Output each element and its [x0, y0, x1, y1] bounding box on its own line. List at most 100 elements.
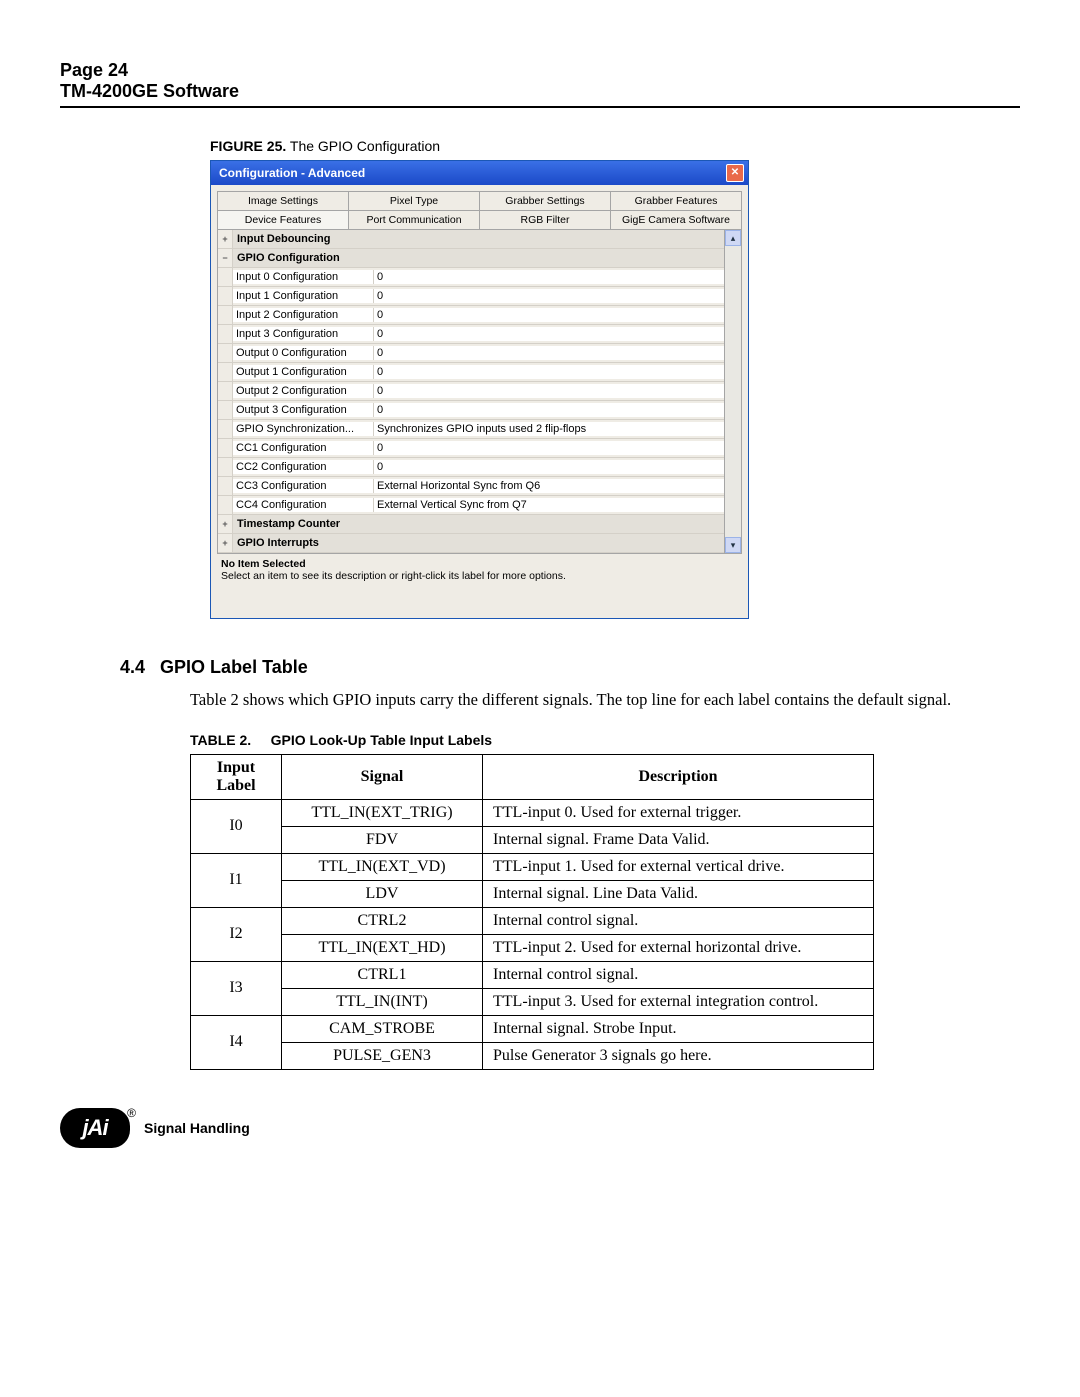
registered-mark: ®	[127, 1106, 136, 1120]
close-icon[interactable]: ✕	[726, 164, 744, 182]
property-value[interactable]: 0	[374, 460, 724, 474]
tab-rgb-filter[interactable]: RGB Filter	[480, 210, 611, 229]
section-label: Input Debouncing	[233, 233, 330, 245]
property-value[interactable]: 0	[374, 327, 724, 341]
section-number: 4.4	[120, 657, 145, 677]
section-heading: 4.4 GPIO Label Table	[120, 657, 1020, 678]
tab-grabber-settings[interactable]: Grabber Settings	[480, 191, 611, 210]
cell-description: Pulse Generator 3 signals go here.	[483, 1042, 874, 1069]
table-row: I1TTL_IN(EXT_VD)TTL-input 1. Used for ex…	[191, 853, 874, 880]
table-row: FDVInternal signal. Frame Data Valid.	[191, 826, 874, 853]
property-value[interactable]: 0	[374, 346, 724, 360]
figure-label: FIGURE 25.	[210, 138, 286, 154]
tab-image-settings[interactable]: Image Settings	[217, 191, 349, 210]
row-gutter	[218, 287, 233, 305]
property-value[interactable]: 0	[374, 384, 724, 398]
jai-logo: jAi ®	[60, 1108, 130, 1148]
property-row[interactable]: Input 3 Configuration0	[218, 325, 724, 344]
property-row[interactable]: Output 0 Configuration0	[218, 344, 724, 363]
cell-input-label: I4	[191, 1015, 282, 1069]
table-caption: TABLE 2. GPIO Look-Up Table Input Labels	[190, 732, 1020, 748]
dialog-titlebar[interactable]: Configuration - Advanced ✕	[211, 161, 748, 185]
row-gutter	[218, 325, 233, 343]
tab-device-features[interactable]: Device Features	[217, 210, 349, 229]
property-name: CC2 Configuration	[233, 460, 374, 474]
cell-description: TTL-input 1. Used for external vertical …	[483, 853, 874, 880]
cell-description: TTL-input 2. Used for external horizonta…	[483, 934, 874, 961]
property-name: Output 2 Configuration	[233, 384, 374, 398]
cell-description: Internal signal. Line Data Valid.	[483, 880, 874, 907]
property-row[interactable]: CC1 Configuration0	[218, 439, 724, 458]
table-row: TTL_IN(EXT_HD)TTL-input 2. Used for exte…	[191, 934, 874, 961]
row-gutter	[218, 458, 233, 476]
property-row[interactable]: Output 2 Configuration0	[218, 382, 724, 401]
tab-gige-camera-software[interactable]: GigE Camera Software	[611, 210, 742, 229]
property-value[interactable]: 0	[374, 308, 724, 322]
expander-icon[interactable]: +	[218, 515, 233, 533]
table-row: I0TTL_IN(EXT_TRIG)TTL-input 0. Used for …	[191, 799, 874, 826]
property-row[interactable]: Output 1 Configuration0	[218, 363, 724, 382]
page-header: Page 24 TM-4200GE Software	[60, 60, 1020, 108]
section-debounce[interactable]: +Input Debouncing	[218, 230, 724, 249]
expander-icon[interactable]: +	[218, 230, 233, 248]
table-row: TTL_IN(INT)TTL-input 3. Used for externa…	[191, 988, 874, 1015]
property-name: CC4 Configuration	[233, 498, 374, 512]
row-gutter	[218, 477, 233, 495]
property-row[interactable]: Input 2 Configuration0	[218, 306, 724, 325]
property-value[interactable]: 0	[374, 365, 724, 379]
section-title: GPIO Label Table	[160, 657, 308, 677]
expander-icon[interactable]: +	[218, 534, 233, 552]
cell-signal: CTRL2	[282, 907, 483, 934]
cell-input-label: I2	[191, 907, 282, 961]
property-row[interactable]: CC2 Configuration0	[218, 458, 724, 477]
section-timestamp[interactable]: +Timestamp Counter	[218, 515, 724, 534]
cell-signal: TTL_IN(INT)	[282, 988, 483, 1015]
row-gutter	[218, 363, 233, 381]
cell-input-label: I0	[191, 799, 282, 853]
cell-description: Internal signal. Strobe Input.	[483, 1015, 874, 1042]
property-name: GPIO Synchronization...	[233, 422, 374, 436]
property-row[interactable]: Input 0 Configuration0	[218, 268, 724, 287]
property-row[interactable]: CC3 ConfigurationExternal Horizontal Syn…	[218, 477, 724, 496]
property-value[interactable]: External Vertical Sync from Q7	[374, 498, 724, 512]
th-signal: Signal	[282, 754, 483, 799]
scrollbar[interactable]: ▴ ▾	[725, 230, 741, 553]
cell-description: Internal control signal.	[483, 907, 874, 934]
property-row[interactable]: GPIO Synchronization...Synchronizes GPIO…	[218, 420, 724, 439]
cell-signal: PULSE_GEN3	[282, 1042, 483, 1069]
section-label: GPIO Configuration	[233, 252, 340, 264]
row-gutter	[218, 306, 233, 324]
property-name: Input 2 Configuration	[233, 308, 374, 322]
property-value[interactable]: 0	[374, 403, 724, 417]
property-value[interactable]: 0	[374, 441, 724, 455]
property-row[interactable]: Input 1 Configuration0	[218, 287, 724, 306]
property-value[interactable]: External Horizontal Sync from Q6	[374, 479, 724, 493]
property-value[interactable]: 0	[374, 270, 724, 284]
section-gpio[interactable]: −GPIO Configuration	[218, 249, 724, 268]
scroll-up-icon[interactable]: ▴	[725, 230, 741, 246]
description-title: No Item Selected	[221, 558, 738, 570]
figure-title: The GPIO Configuration	[286, 138, 440, 154]
row-gutter	[218, 344, 233, 362]
property-row[interactable]: Output 3 Configuration0	[218, 401, 724, 420]
property-value[interactable]: 0	[374, 289, 724, 303]
tab-row-2: Device Features Port Communication RGB F…	[217, 210, 742, 229]
section-label: GPIO Interrupts	[233, 537, 319, 549]
cell-input-label: I1	[191, 853, 282, 907]
row-gutter	[218, 496, 233, 514]
tab-row-1: Image Settings Pixel Type Grabber Settin…	[217, 191, 742, 210]
property-value[interactable]: Synchronizes GPIO inputs used 2 flip-flo…	[374, 422, 724, 436]
tab-port-communication[interactable]: Port Communication	[349, 210, 480, 229]
logo-text: jAi	[82, 1115, 107, 1141]
table-row: I2CTRL2Internal control signal.	[191, 907, 874, 934]
table-row: LDVInternal signal. Line Data Valid.	[191, 880, 874, 907]
cell-description: TTL-input 3. Used for external integrati…	[483, 988, 874, 1015]
expander-icon[interactable]: −	[218, 249, 233, 267]
tab-grabber-features[interactable]: Grabber Features	[611, 191, 742, 210]
footer-label: Signal Handling	[144, 1120, 250, 1136]
property-row[interactable]: CC4 ConfigurationExternal Vertical Sync …	[218, 496, 724, 515]
section-interrupts[interactable]: +GPIO Interrupts	[218, 534, 724, 553]
scroll-down-icon[interactable]: ▾	[725, 537, 741, 553]
tab-pixel-type[interactable]: Pixel Type	[349, 191, 480, 210]
page-footer: jAi ® Signal Handling	[60, 1108, 1020, 1148]
